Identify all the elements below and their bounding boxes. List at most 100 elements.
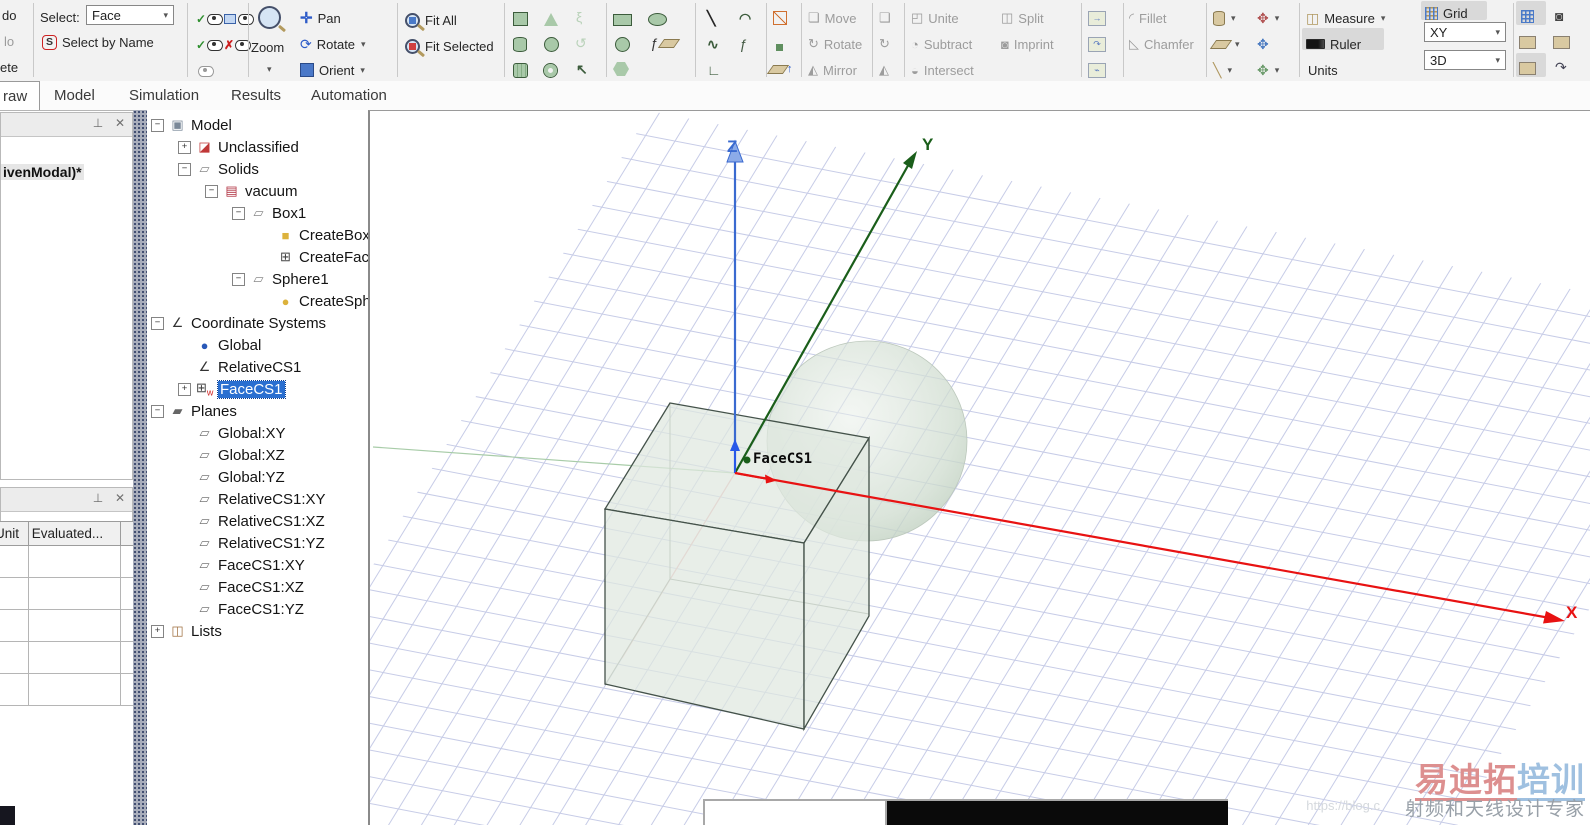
- tab-results[interactable]: Results: [219, 81, 293, 109]
- collapse-icon[interactable]: −: [205, 184, 218, 198]
- grid-plane-combo[interactable]: XY ▾: [1424, 22, 1506, 42]
- draw-polyline-button[interactable]: ∟: [707, 59, 721, 81]
- draw-rectangle-button[interactable]: [613, 9, 632, 31]
- tree-item-label[interactable]: CreateFaceC: [299, 249, 368, 266]
- ruler-toggle[interactable]: Ruler: [1306, 33, 1361, 55]
- tree-item-facecs1-xz[interactable]: ▱ FaceCS1:XZ: [178, 576, 368, 598]
- tree-item-label[interactable]: FaceCS1:YZ: [218, 601, 304, 618]
- move-button[interactable]: ❏ Move: [808, 7, 856, 29]
- design-node-label[interactable]: ivenModal)*: [1, 164, 84, 180]
- pin-icon[interactable]: ⊥: [90, 491, 106, 505]
- draw-polygon-button[interactable]: [613, 58, 629, 80]
- cs-scale-button[interactable]: ✥ ▾: [1257, 59, 1279, 81]
- orient-button[interactable]: Orient ▾: [300, 59, 365, 81]
- draw-line-button[interactable]: ╲: [707, 7, 715, 29]
- delete-button[interactable]: ete: [0, 56, 18, 78]
- intersect-button[interactable]: ◒ Intersect: [911, 59, 974, 81]
- tab-simulation[interactable]: Simulation: [117, 81, 211, 109]
- tree-item-solids[interactable]: − ▱ Solids: [178, 158, 368, 180]
- select-by-name-button[interactable]: S Select by Name: [42, 31, 154, 53]
- draw-helix-button[interactable]: ξ: [576, 6, 582, 28]
- snap-rotate-button[interactable]: ↷: [1555, 56, 1567, 78]
- show-selected-button[interactable]: ✓: [196, 8, 224, 30]
- expand-icon[interactable]: +: [178, 382, 191, 396]
- tree-item-label[interactable]: RelativeCS1:XY: [218, 491, 326, 508]
- measure-button[interactable]: ◫ Measure ▾: [1306, 7, 1385, 29]
- draw-ellipse-button[interactable]: [648, 8, 667, 30]
- snap-grid-button[interactable]: [1521, 5, 1534, 27]
- tree-item-label[interactable]: vacuum: [245, 183, 298, 200]
- duplicate-move-button[interactable]: ❑: [879, 7, 891, 29]
- tree-item-label[interactable]: Sphere1: [272, 271, 329, 288]
- snap-box-1-button[interactable]: [1519, 31, 1536, 53]
- tree-item-label[interactable]: FaceCS1:XZ: [218, 579, 304, 596]
- draw-cone-button[interactable]: [544, 8, 558, 30]
- coordinate-entry-field[interactable]: [703, 799, 887, 825]
- panel-splitter[interactable]: [133, 110, 147, 825]
- wireframe-box-button[interactable]: [773, 7, 787, 29]
- show-window-button[interactable]: [224, 8, 254, 30]
- tree-item-unclassified[interactable]: + ◪ Unclassified: [178, 136, 368, 158]
- snap-center-button[interactable]: ◙: [1555, 5, 1563, 27]
- tree-item-label[interactable]: CreateSphe: [299, 293, 368, 310]
- tree-item-facecs1-xy[interactable]: ▱ FaceCS1:XY: [178, 554, 368, 576]
- collapse-icon[interactable]: −: [232, 206, 245, 220]
- imprint-button[interactable]: ◙ Imprint: [1001, 33, 1054, 55]
- equation-curve-button[interactable]: ƒ: [739, 33, 747, 55]
- expand-icon[interactable]: +: [151, 624, 164, 638]
- show-all-button[interactable]: ✓: [196, 34, 224, 56]
- tree-item-global-yz[interactable]: ▱ Global:YZ: [178, 466, 368, 488]
- duplicate-rotate-button[interactable]: ↻: [879, 33, 890, 55]
- redo-button[interactable]: lo: [4, 30, 14, 52]
- tree-item-label[interactable]: Lists: [191, 623, 222, 640]
- grid-mode-combo[interactable]: 3D ▾: [1424, 50, 1506, 70]
- tree-item-label[interactable]: Model: [191, 117, 232, 134]
- tree-item-relativecs1[interactable]: ∠ RelativeCS1: [178, 356, 368, 378]
- close-icon[interactable]: ✕: [112, 491, 128, 505]
- tree-item-facecs1[interactable]: + ⊞w FaceCS1: [178, 378, 368, 400]
- tree-item-relativecs1-xz[interactable]: ▱ RelativeCS1:XZ: [178, 510, 368, 532]
- tree-item-label[interactable]: RelativeCS1:YZ: [218, 535, 325, 552]
- tree-item-global-xy[interactable]: ▱ Global:XY: [178, 422, 368, 444]
- chamfer-button[interactable]: ◺ Chamfer: [1129, 33, 1194, 55]
- draw-spiral-button[interactable]: ↺: [575, 32, 587, 54]
- tree-item-label[interactable]: RelativeCS1: [218, 359, 301, 376]
- tree-item-createsphe[interactable]: ● CreateSphe: [259, 290, 368, 312]
- tree-item-facecs1-yz[interactable]: ▱ FaceCS1:YZ: [178, 598, 368, 620]
- cs-create-button[interactable]: ✥ ▾: [1257, 7, 1279, 29]
- box1-object[interactable]: [603, 402, 871, 732]
- draw-spline-button[interactable]: ∿: [707, 33, 719, 55]
- sweep-axis-button[interactable]: ↷: [1088, 33, 1106, 55]
- units-button[interactable]: Units: [1308, 59, 1338, 81]
- fillet-button[interactable]: ◜ Fillet: [1129, 7, 1167, 29]
- expand-icon[interactable]: +: [178, 140, 191, 154]
- tree-item-coordinate-systems[interactable]: − ∠ Coordinate Systems: [151, 312, 368, 334]
- collapse-icon[interactable]: −: [151, 118, 164, 132]
- subtract-button[interactable]: ◔ Subtract: [911, 33, 972, 55]
- tree-item-label[interactable]: Unclassified: [218, 139, 299, 156]
- tree-item-label[interactable]: FaceCS1:XY: [218, 557, 305, 574]
- sweep-vector-button[interactable]: →: [1088, 7, 1106, 29]
- undo-button[interactable]: do: [2, 4, 16, 26]
- mirror-button[interactable]: ◭ Mirror: [808, 59, 857, 81]
- collapse-icon[interactable]: −: [232, 272, 245, 286]
- tree-item-label[interactable]: Global: [218, 337, 261, 354]
- tree-item-planes[interactable]: − ▰ Planes: [151, 400, 368, 422]
- tree-item-label[interactable]: CreateBox: [299, 227, 368, 244]
- tree-item-global-xz[interactable]: ▱ Global:XZ: [178, 444, 368, 466]
- tree-item-global[interactable]: ● Global: [178, 334, 368, 356]
- duplicate-mirror-button[interactable]: ◭: [879, 59, 889, 81]
- unite-button[interactable]: ◰ Unite: [911, 7, 959, 29]
- grid-toggle[interactable]: Grid: [1425, 2, 1468, 24]
- tree-item-label[interactable]: RelativeCS1:XZ: [218, 513, 325, 530]
- tab-automation[interactable]: Automation: [299, 81, 399, 109]
- close-icon[interactable]: ✕: [112, 116, 128, 130]
- split-button[interactable]: ◫ Split: [1001, 7, 1044, 29]
- pin-icon[interactable]: ⊥: [90, 116, 106, 130]
- tree-item-label[interactable]: Global:YZ: [218, 469, 285, 486]
- surface-line-button[interactable]: ╲ ▾: [1213, 59, 1232, 81]
- tree-item-model[interactable]: − ▣ Model: [151, 114, 368, 136]
- tree-item-label[interactable]: FaceCS1: [217, 379, 286, 399]
- collapse-icon[interactable]: −: [151, 404, 164, 418]
- tree-item-label[interactable]: Planes: [191, 403, 237, 420]
